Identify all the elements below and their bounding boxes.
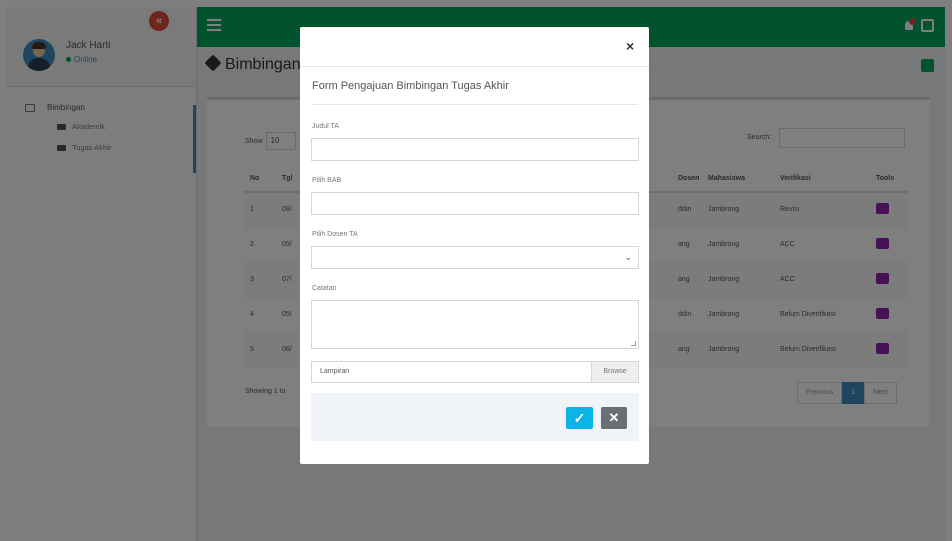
chevron-down-icon: ⌄ [624, 252, 632, 262]
catatan-label: Catatan [312, 285, 337, 292]
submit-button[interactable]: ✓ [566, 407, 593, 429]
pilih-dosen-label: Pilih Dosen TA [312, 231, 358, 238]
close-icon[interactable]: × [626, 38, 634, 54]
browse-button[interactable]: Browse [591, 362, 638, 382]
divider [300, 66, 649, 67]
cancel-button[interactable]: ✕ [601, 407, 627, 429]
divider [312, 104, 638, 105]
resize-handle-icon[interactable] [631, 341, 636, 346]
lampiran-placeholder: Lampiran [320, 368, 350, 375]
catatan-textarea[interactable] [311, 300, 639, 349]
judul-ta-input[interactable] [311, 138, 639, 161]
modal-footer: ✓ ✕ [311, 393, 639, 441]
bimbingan-form-modal: × Form Pengajuan Bimbingan Tugas Akhir J… [300, 27, 649, 464]
pilih-bab-input[interactable] [311, 192, 639, 215]
pilih-bab-label: Pilih BAB [312, 177, 342, 184]
lampiran-file-input[interactable]: Lampiran Browse [311, 361, 639, 383]
modal-title: Form Pengajuan Bimbingan Tugas Akhir [312, 80, 509, 92]
pilih-dosen-select[interactable]: ⌄ [311, 246, 639, 269]
judul-ta-label: Judul TA [312, 123, 339, 130]
